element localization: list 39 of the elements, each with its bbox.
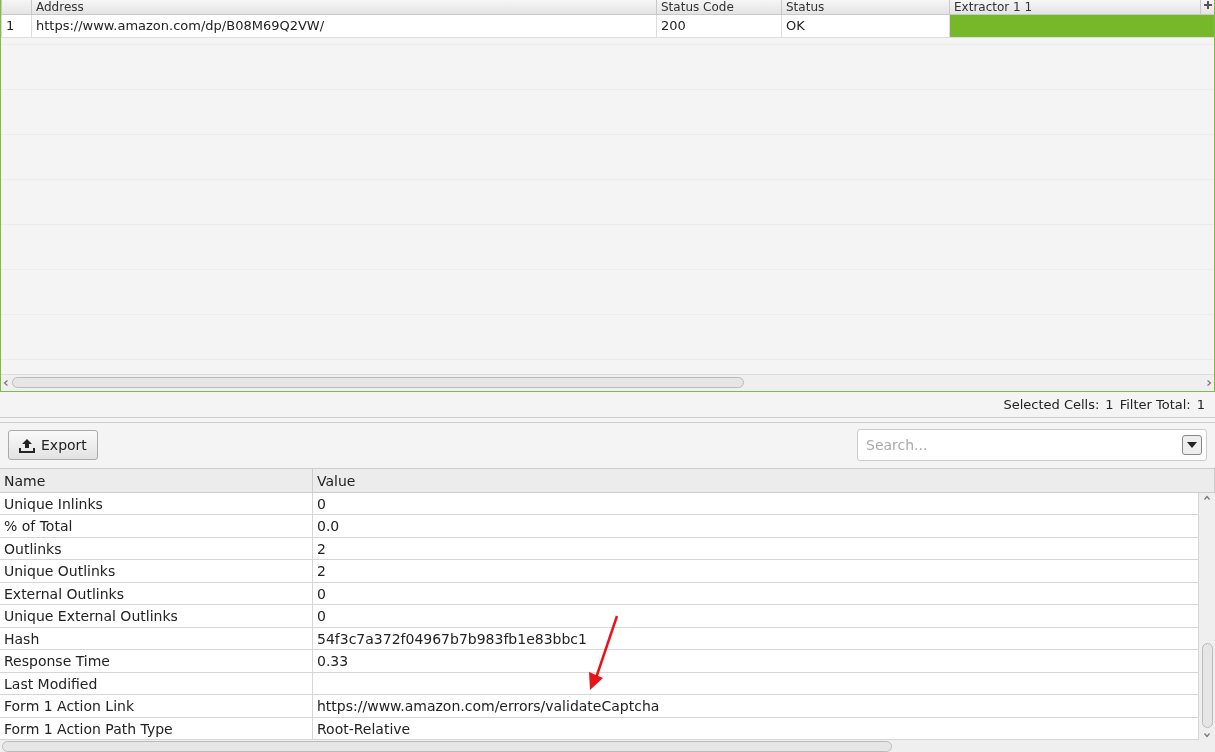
filter-total-label: Filter Total: xyxy=(1119,396,1191,412)
name-cell: Last Modified xyxy=(0,672,313,695)
column-header[interactable]: Address xyxy=(31,0,656,14)
column-header[interactable]: Value xyxy=(313,468,1215,493)
name-cell: % of Total xyxy=(0,515,313,537)
table-cell[interactable]: https://www.amazon.com/dp/B08M69Q2VW/ xyxy=(31,15,656,37)
name-cell: Form 1 Action Path Type xyxy=(0,717,313,740)
name-cell: Unique External Outlinks xyxy=(0,605,313,627)
name-cell: Unique Inlinks xyxy=(0,492,313,515)
name-cell: Hash xyxy=(0,627,313,650)
selected-cells-label: Selected Cells: xyxy=(1003,396,1100,412)
export-button[interactable]: Export xyxy=(8,430,98,461)
dropdown-icon[interactable] xyxy=(1182,435,1202,456)
column-header[interactable]: Name xyxy=(0,468,313,493)
selected-cells-count: 1 xyxy=(1105,396,1114,412)
table-cell[interactable]: 200 xyxy=(656,15,781,37)
row-number: 1 xyxy=(1,15,31,37)
search-field[interactable]: Search... xyxy=(857,429,1207,462)
filter-total-count: 1 xyxy=(1196,396,1205,412)
scroll-up-icon[interactable] xyxy=(1204,494,1210,501)
scroll-down-icon[interactable] xyxy=(1204,732,1210,738)
horizontal-scrollbar[interactable] xyxy=(0,740,1215,752)
scrollbar-thumb[interactable] xyxy=(1201,643,1213,728)
scroll-right-icon[interactable] xyxy=(1206,379,1212,386)
name-cell: Form 1 Action Link xyxy=(0,695,313,717)
column-header[interactable]: Status xyxy=(781,0,949,14)
scrollbar-thumb[interactable] xyxy=(2,740,892,752)
scroll-left-icon[interactable] xyxy=(3,379,9,386)
name-cell: External Outlinks xyxy=(0,582,313,605)
name-cell: Outlinks xyxy=(0,537,313,560)
add-column-icon[interactable] xyxy=(1200,0,1214,14)
name-cell: Response Time xyxy=(0,650,313,672)
name-cell: Unique Outlinks xyxy=(0,560,313,582)
table-cell[interactable] xyxy=(949,15,1214,37)
vertical-scrollbar[interactable] xyxy=(1199,492,1215,740)
column-header[interactable]: Extractor 1 1 xyxy=(949,0,1200,14)
upload-icon xyxy=(19,437,35,453)
column-header[interactable]: Status Code xyxy=(656,0,781,14)
scrollbar-thumb[interactable] xyxy=(12,377,744,389)
